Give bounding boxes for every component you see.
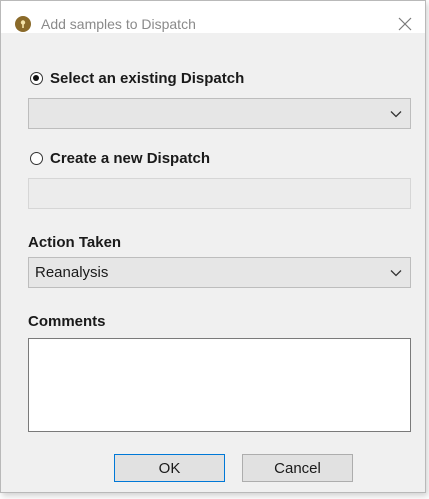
new-dispatch-label: Create a new Dispatch [50,149,211,167]
dialog-title: Add samples to Dispatch [41,16,196,32]
existing-dispatch-label: Select an existing Dispatch [50,69,245,87]
add-samples-dialog: Add samples to Dispatch Select an existi… [0,0,426,493]
cancel-button[interactable]: Cancel [242,454,353,482]
new-dispatch-radio[interactable]: Create a new Dispatch [30,148,210,168]
action-taken-value: Reanalysis [35,264,109,281]
existing-dispatch-radio[interactable]: Select an existing Dispatch [30,68,244,88]
new-dispatch-name-field[interactable] [28,178,411,209]
comments-textarea[interactable] [28,338,411,432]
chevron-down-icon [390,269,402,276]
action-taken-select[interactable]: Reanalysis [28,257,411,288]
chevron-down-icon [390,110,402,117]
close-icon[interactable] [397,16,413,32]
existing-dispatch-select[interactable] [28,98,411,129]
key-badge-icon [15,16,31,32]
action-taken-label: Action Taken [28,234,122,251]
radio-unselected-icon[interactable] [30,151,43,165]
ok-button[interactable]: OK [114,454,225,482]
title-bar: Add samples to Dispatch [1,1,425,33]
comments-label: Comments [28,313,106,330]
radio-selected-icon[interactable] [30,71,43,85]
